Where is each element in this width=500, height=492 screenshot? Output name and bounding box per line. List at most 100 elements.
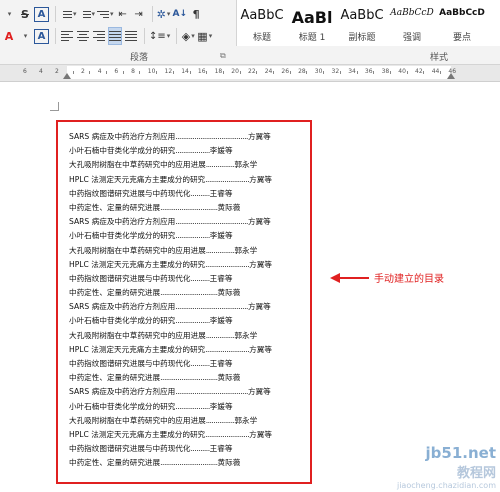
toc-entry-title: 小叶石楠中苷类化学成分的研究 — [69, 146, 176, 156]
style-heading-1[interactable]: AaBl 标题 1 — [287, 0, 337, 44]
style-subtitle[interactable]: AaBbC 副标题 — [337, 0, 387, 44]
align-left-icon[interactable] — [60, 27, 74, 45]
paragraph-group-label: 段落 — [130, 53, 149, 63]
style-emphasis[interactable]: AaBbCcD 强调 — [387, 0, 437, 44]
styles-gallery: AaBbC 标题 AaBl 标题 1 AaBbC 副标题 AaBbCcD 强调 … — [236, 0, 500, 46]
sort-icon[interactable]: A↓ — [173, 5, 188, 23]
align-right-icon[interactable] — [92, 27, 106, 45]
ruler-label: 24 — [264, 68, 273, 75]
shading-icon[interactable]: ◈ ▾ — [181, 27, 195, 45]
toc-entry[interactable]: HPLC 法测定天元克痛方主要成分的研究....................… — [69, 173, 309, 187]
toc-entry-author: 方翼等 — [247, 302, 271, 312]
toc-entry[interactable]: 小叶石楠中苷类化学成分的研究.................. 李媛等 — [69, 314, 309, 328]
ruler-tick — [256, 71, 258, 74]
toc-entry-title: SARS 病症及中药治疗方剂应用 — [69, 217, 176, 227]
toc-entry[interactable]: 中药定性、定量的研究进展............................… — [69, 201, 309, 215]
paragraph-dialog-launcher-icon[interactable]: ⧉ — [220, 51, 226, 61]
justify-icon[interactable] — [108, 27, 122, 45]
toc-entry-leader: ...................................... — [175, 302, 248, 312]
toc-entry-leader: .............................. — [160, 373, 218, 383]
strikethrough-button[interactable]: S — [18, 5, 32, 23]
character-border-button[interactable]: A — [34, 6, 49, 22]
distributed-icon[interactable] — [124, 27, 138, 45]
separator — [55, 28, 56, 44]
toc-entry[interactable]: HPLC 法测定天元克痛方主要成分的研究....................… — [69, 258, 309, 272]
toc-entry[interactable]: 大孔吸附树脂在中草药研究中的应用进展............... 郭永学 — [69, 158, 309, 172]
toc-entry[interactable]: HPLC 法测定天元克痛方主要成分的研究....................… — [69, 428, 309, 442]
toc-entry-title: 大孔吸附树脂在中草药研究中的应用进展 — [69, 160, 206, 170]
toc-entry-author: 郭永学 — [234, 415, 258, 425]
style-title[interactable]: AaBbC 标题 — [237, 0, 287, 44]
chinese-layout-icon[interactable]: ✲ ▾ — [157, 5, 171, 23]
toc-entry-author: 李媛等 — [209, 231, 233, 241]
separator — [176, 28, 178, 44]
ruler-label: 14 — [181, 68, 189, 75]
ruler-tick — [222, 71, 224, 74]
numbered-list-icon[interactable]: ▾ — [79, 5, 95, 23]
toc-entry[interactable]: 中药指纹图谱研究进展与中药现代化.......... 王睿等 — [69, 442, 309, 456]
toc-entry-author: 李媛等 — [209, 401, 233, 411]
toc-entry-author: 李媛等 — [209, 146, 233, 156]
toc-entry[interactable]: SARS 病症及中药治疗方剂应用........................… — [69, 130, 309, 144]
toc-entry-title: 中药定性、定量的研究进展 — [69, 288, 161, 298]
ruler-label: 8 — [131, 68, 135, 75]
toc-entry[interactable]: SARS 病症及中药治疗方剂应用........................… — [69, 385, 309, 399]
toc-entry[interactable]: 大孔吸附树脂在中草药研究中的应用进展............... 郭永学 — [69, 244, 309, 258]
toc-entry[interactable]: 中药指纹图谱研究进展与中药现代化.......... 王睿等 — [69, 187, 309, 201]
ruler-label: 4 — [39, 68, 43, 75]
show-marks-button[interactable]: ¶ — [189, 5, 203, 23]
toc-entry-title: 中药定性、定量的研究进展 — [69, 202, 161, 212]
toc-entry[interactable]: 小叶石楠中苷类化学成分的研究.................. 李媛等 — [69, 400, 309, 414]
left-indent-marker[interactable] — [63, 73, 71, 79]
multilevel-list-icon[interactable]: ▾ — [97, 5, 114, 23]
ruler-tick — [139, 71, 141, 74]
toc-entry[interactable]: SARS 病症及中药治疗方剂应用........................… — [69, 300, 309, 314]
toc-entry[interactable]: 中药定性、定量的研究进展............................… — [69, 456, 309, 470]
toc-entry[interactable]: HPLC 法测定天元克痛方主要成分的研究....................… — [69, 343, 309, 357]
increase-indent-icon[interactable]: ⇥ — [132, 5, 146, 23]
bullet-list-icon[interactable]: ▾ — [60, 5, 77, 23]
horizontal-ruler[interactable]: 6 4 2 2 4 6 8 10 12 14 16 18 20 22 24 26 28 30 32 34 36 38 40 4… — [0, 65, 500, 82]
decrease-indent-icon[interactable]: ⇤ — [116, 5, 130, 23]
style-name: 标题 — [252, 33, 271, 43]
style-sample: AaBl — [291, 8, 333, 27]
toc-entry-author: 黄际薇 — [217, 373, 241, 383]
toc-entry-title: 小叶石楠中苷类化学成分的研究 — [69, 316, 176, 326]
toc-entry-leader: ............... — [205, 330, 235, 340]
toc-entry-title: 大孔吸附树脂在中草药研究中的应用进展 — [69, 415, 206, 425]
right-indent-marker[interactable] — [447, 73, 455, 79]
borders-icon[interactable]: ▦ ▾ — [197, 27, 212, 45]
toc-entry-leader: ...................................... — [175, 132, 248, 141]
toc-entry[interactable]: 小叶石楠中苷类化学成分的研究.................. 李媛等 — [69, 144, 309, 158]
toc-entry-title: SARS 病症及中药治疗方剂应用 — [69, 387, 176, 397]
style-key-point[interactable]: AaBbCcD 要点 — [437, 0, 487, 44]
ruler-label: 12 — [164, 68, 173, 75]
ribbon: ▾ S A ▾ ▾ ▾ ⇤ ⇥ ✲ ▾ A↓ ¶ A ▾ A ↕≡ ▾ ◈ ▾ … — [0, 0, 500, 65]
toc-entry[interactable]: 中药指纹图谱研究进展与中药现代化.......... 王睿等 — [69, 357, 309, 371]
watermark: jb51.net 教程网 jiaocheng.chazidian.com — [397, 444, 496, 490]
ribbon-row-1: ▾ S A ▾ ▾ ▾ ⇤ ⇥ ✲ ▾ A↓ ¶ — [2, 4, 205, 24]
toc-entry[interactable]: 中药定性、定量的研究进展............................… — [69, 286, 309, 300]
toc-entry[interactable]: 小叶石楠中苷类化学成分的研究.................. 李媛等 — [69, 229, 309, 243]
toc-entry[interactable]: SARS 病症及中药治疗方剂应用........................… — [69, 215, 309, 229]
ruler-label: 16 — [197, 68, 206, 75]
toc-entry-title: HPLC 法测定天元克痛方主要成分的研究 — [69, 429, 206, 439]
ruler-label: 44 — [431, 68, 440, 75]
font-color-button[interactable]: A — [2, 27, 16, 45]
ruler-label: 32 — [331, 68, 340, 75]
toc-entry[interactable]: 大孔吸附树脂在中草药研究中的应用进展............... 郭永学 — [69, 414, 309, 428]
toc-entry[interactable]: 大孔吸附树脂在中草药研究中的应用进展............... 郭永学 — [69, 329, 309, 343]
toc-entry-leader: .......... — [190, 273, 210, 283]
toc-entry[interactable]: 中药定性、定量的研究进展............................… — [69, 371, 309, 385]
style-name: 标题 1 — [298, 33, 326, 43]
toc-entry-leader: .......... — [190, 359, 210, 368]
toc-entry-leader: .................. — [175, 401, 210, 411]
arrow-left-icon — [330, 272, 370, 283]
align-center-icon[interactable] — [76, 27, 90, 45]
toc-entry[interactable]: 中药指纹图谱研究进展与中药现代化.......... 王睿等 — [69, 272, 309, 286]
font-color-dropdown[interactable]: ▾ — [18, 27, 32, 45]
line-spacing-icon[interactable]: ↕≡ ▾ — [149, 27, 170, 45]
enclose-character-button[interactable]: A — [34, 28, 49, 44]
separator — [144, 28, 145, 44]
ruler-tick — [273, 71, 275, 74]
